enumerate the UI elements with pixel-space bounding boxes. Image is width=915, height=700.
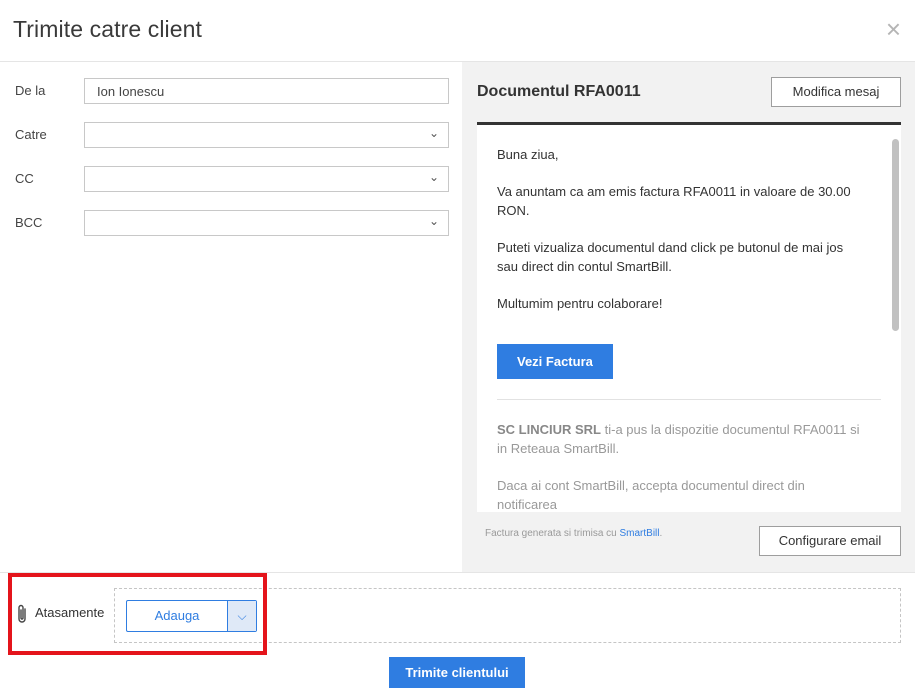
bcc-select[interactable]: ⌄ (84, 210, 449, 236)
smartbill-link[interactable]: SmartBill (620, 528, 660, 539)
modify-message-button[interactable]: Modifica mesaj (771, 77, 901, 107)
add-attachment-button[interactable]: Adauga ⌵ (126, 600, 257, 632)
attachments-label: Atasamente (35, 605, 105, 620)
bcc-row: BCC ⌄ (0, 210, 462, 236)
chevron-down-icon[interactable]: ⌄ (429, 170, 439, 184)
attachments-dropzone[interactable]: Adauga ⌵ (114, 588, 901, 643)
paperclip-icon (18, 604, 26, 623)
email-divider (497, 399, 881, 400)
document-title: Documentul RFA0011 (477, 83, 641, 100)
generated-note-text: Factura generata si trimisa cu (485, 528, 620, 539)
to-row: Catre ⌄ (0, 122, 462, 148)
cc-label: CC (15, 171, 34, 186)
footer-text-2: Daca ai cont SmartBill, accepta document… (497, 478, 805, 512)
email-preview-panel: Documentul RFA0011 Modifica mesaj Buna z… (462, 62, 915, 572)
recipients-form: De la Ion Ionescu Catre ⌄ CC ⌄ BCC ⌄ (0, 62, 462, 572)
add-attachment-label: Adauga (154, 608, 200, 623)
cc-select[interactable]: ⌄ (84, 166, 449, 192)
attachments-row: Atasamente Adauga ⌵ (0, 572, 915, 657)
chevron-down-icon[interactable]: ⌵ (227, 601, 256, 631)
cc-row: CC ⌄ (0, 166, 462, 192)
chevron-down-icon[interactable]: ⌄ (429, 126, 439, 140)
send-to-client-button[interactable]: Trimite clientului (389, 657, 525, 688)
configure-email-button[interactable]: Configurare email (759, 526, 901, 556)
generated-note: Factura generata si trimisa cu SmartBill… (485, 528, 662, 539)
bcc-label: BCC (15, 215, 43, 230)
email-footer: SC LINCIUR SRL ti-a pus la dispozitie do… (497, 420, 867, 512)
chevron-down-icon[interactable]: ⌄ (429, 214, 439, 228)
view-invoice-button[interactable]: Vezi Factura (497, 344, 613, 379)
modal-title: Trimite catre client (13, 16, 203, 42)
from-row: De la Ion Ionescu (0, 78, 462, 104)
modal-header: Trimite catre client × (0, 0, 915, 62)
company-name: SC LINCIUR SRL (497, 422, 601, 437)
email-preview[interactable]: Buna ziua, Va anuntam ca am emis factura… (477, 122, 901, 512)
close-icon[interactable]: × (886, 16, 901, 42)
to-label: Catre (15, 127, 47, 142)
from-field[interactable]: Ion Ionescu (84, 78, 449, 104)
email-paragraph: Multumim pentru colaborare! (497, 296, 663, 311)
email-body: Buna ziua, Va anuntam ca am emis factura… (497, 145, 881, 512)
email-paragraph: Puteti vizualiza documentul dand click p… (497, 240, 844, 274)
scrollbar-thumb[interactable] (892, 139, 899, 331)
generated-note-end: . (659, 528, 663, 539)
from-label: De la (15, 83, 46, 98)
email-paragraph: Va anuntam ca am emis factura RFA0011 in… (497, 184, 851, 218)
email-greeting: Buna ziua, (497, 147, 559, 162)
to-select[interactable]: ⌄ (84, 122, 449, 148)
